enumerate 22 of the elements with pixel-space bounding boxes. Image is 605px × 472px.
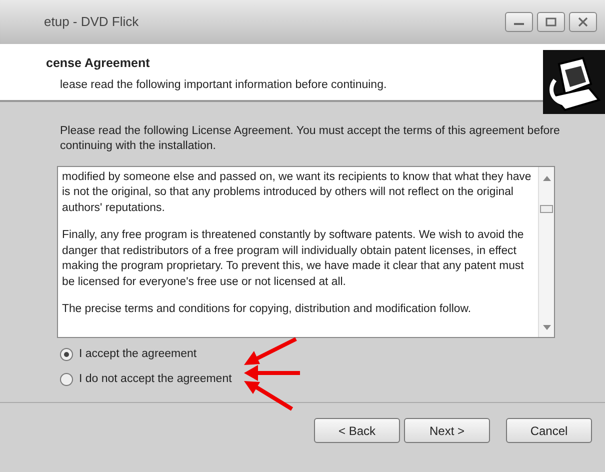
page-title: cense Agreement	[46, 55, 151, 72]
maximize-button[interactable]	[537, 12, 565, 32]
instruction-text: Please read the following License Agreement. You must accept the terms of this agreement before continuing with the installation.	[60, 124, 561, 154]
radio-button[interactable]	[60, 373, 73, 386]
scroll-up-icon[interactable]	[543, 174, 551, 181]
close-button[interactable]	[569, 12, 597, 32]
radio-button[interactable]	[60, 348, 73, 361]
maximize-icon	[545, 17, 557, 27]
scroll-down-icon[interactable]	[543, 324, 551, 331]
close-icon	[577, 17, 589, 27]
page-subtitle: lease read the following important information before continuing.	[60, 78, 388, 93]
license-paragraph: modified by someone else and passed on, we want its recipients to know that what they have is not the original, so that any problems introduced by others will not reflect on the original authors' reputations.	[62, 170, 532, 216]
license-paragraph: The precise terms and conditions for copying, distribution and modification follow.	[62, 302, 472, 318]
next-button[interactable]: Next >	[404, 418, 490, 444]
minimize-button[interactable]	[505, 12, 533, 32]
scrollbar-thumb[interactable]	[540, 204, 553, 213]
license-paragraph: Finally, any free program is threatened constantly by software patents. We wish to avoid the danger that redistributors of a free program will individually obtain patent licenses, in effect making the program proprietary. To prevent this, we have made it clear that any patent must be licensed for everyone's free use or not licensed at all.	[62, 228, 525, 290]
back-button[interactable]: < Back	[314, 418, 400, 444]
window-title: etup - DVD Flick	[44, 13, 140, 32]
radio-label[interactable]: I do not accept the agreement	[79, 371, 232, 388]
cancel-button[interactable]: Cancel	[506, 418, 592, 444]
radio-label[interactable]: I accept the agreement	[79, 346, 197, 364]
